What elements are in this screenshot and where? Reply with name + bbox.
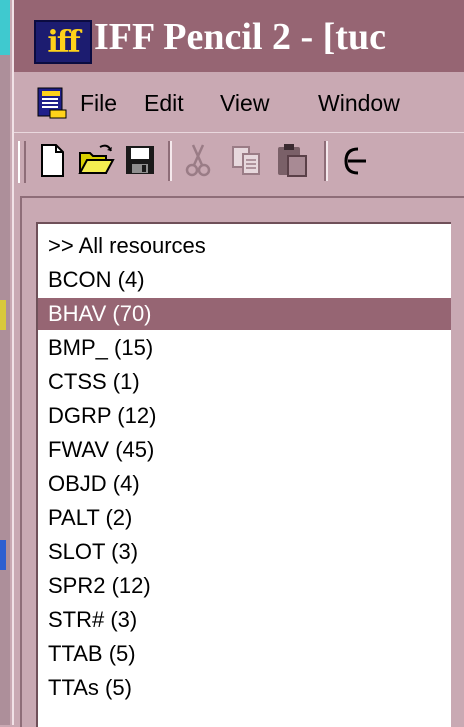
list-item[interactable]: SLOT (3) — [38, 536, 451, 568]
list-item[interactable]: TTAs (5) — [38, 672, 451, 704]
menu-bar: File Edit View Window — [14, 76, 464, 132]
paste-clipboard-icon[interactable] — [272, 139, 312, 181]
new-document-icon[interactable] — [32, 139, 72, 181]
document-system-menu-icon[interactable] — [36, 86, 68, 120]
list-item[interactable]: DGRP (12) — [38, 400, 451, 432]
menu-window[interactable]: Window — [318, 90, 400, 117]
title-bar[interactable]: iff IFF Pencil 2 - [tuc — [14, 0, 464, 72]
list-item[interactable]: FWAV (45) — [38, 434, 451, 466]
toolbar-grip[interactable] — [18, 141, 26, 183]
list-item[interactable]: PALT (2) — [38, 502, 451, 534]
cut-scissors-icon[interactable] — [178, 139, 218, 181]
print-icon[interactable] — [336, 139, 376, 181]
list-item-all-resources[interactable]: >> All resources — [38, 230, 451, 262]
list-item[interactable]: SPR2 (12) — [38, 570, 451, 602]
toolbar-separator — [324, 141, 328, 181]
list-item[interactable]: CTSS (1) — [38, 366, 451, 398]
toolbar — [14, 132, 464, 189]
resource-listbox[interactable]: >> All resources BCON (4) BHAV (70) BMP_… — [36, 222, 451, 727]
list-item[interactable]: BCON (4) — [38, 264, 451, 296]
menu-view[interactable]: View — [220, 90, 269, 117]
desktop-marker — [0, 300, 6, 330]
menu-edit[interactable]: Edit — [144, 90, 184, 117]
list-item[interactable]: STR# (3) — [38, 604, 451, 636]
desktop-background-strip — [0, 0, 10, 725]
copy-icon[interactable] — [226, 139, 266, 181]
open-folder-icon[interactable] — [76, 139, 116, 181]
desktop-marker — [0, 540, 6, 570]
list-item[interactable]: TTAB (5) — [38, 638, 451, 670]
list-item[interactable]: BMP_ (15) — [38, 332, 451, 364]
window-title: IFF Pencil 2 - [tuc — [94, 16, 386, 58]
menu-file[interactable]: File — [80, 90, 117, 117]
app-logo-icon[interactable]: iff — [34, 20, 92, 64]
list-item[interactable]: OBJD (4) — [38, 468, 451, 500]
toolbar-separator — [168, 141, 172, 181]
list-item-selected[interactable]: BHAV (70) — [38, 298, 451, 330]
save-disk-icon[interactable] — [120, 139, 160, 181]
